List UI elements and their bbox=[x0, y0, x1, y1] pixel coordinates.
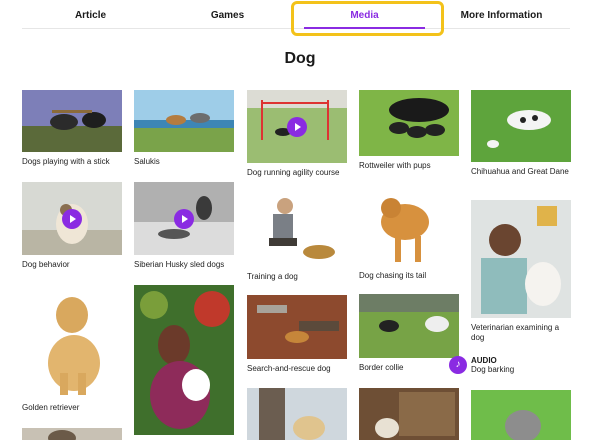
partial-image bbox=[247, 388, 347, 440]
audio-text: AUDIO Dog barking bbox=[471, 356, 514, 374]
media-card-agility[interactable]: Dog running agility course bbox=[247, 90, 347, 178]
media-card-border-collie[interactable]: Border collie bbox=[359, 294, 459, 373]
agility-video bbox=[247, 90, 347, 163]
training-image bbox=[247, 192, 347, 267]
media-card-golden-retriever[interactable]: Golden retriever bbox=[22, 285, 122, 413]
search-rescue-image bbox=[247, 295, 347, 359]
caption-agility: Dog running agility course bbox=[247, 168, 340, 177]
caption-rottweiler: Rottweiler with pups bbox=[359, 161, 431, 170]
media-card-training[interactable]: Training a dog bbox=[247, 192, 347, 282]
caption-salukis: Salukis bbox=[134, 157, 160, 166]
partial-image bbox=[359, 388, 459, 440]
media-card-partial-3[interactable] bbox=[359, 388, 459, 440]
salukis-image bbox=[134, 90, 234, 152]
play-icon[interactable] bbox=[62, 208, 82, 229]
rottweiler-image bbox=[359, 90, 459, 156]
caption-search-rescue: Search-and-rescue dog bbox=[247, 364, 331, 373]
play-icon[interactable] bbox=[287, 116, 307, 137]
media-card-salukis[interactable]: Salukis bbox=[134, 90, 234, 167]
chasing-tail-image bbox=[359, 190, 459, 266]
media-grid: Dogs playing with a stick Dog behavior G… bbox=[22, 0, 578, 440]
audio-title: Dog barking bbox=[471, 365, 515, 374]
audio-label: AUDIO bbox=[471, 356, 497, 365]
dogs-stick-image bbox=[22, 90, 122, 152]
media-card-search-rescue[interactable]: Search-and-rescue dog bbox=[247, 295, 347, 374]
media-card-chihuahua[interactable]: Chihuahua and Great Dane bbox=[471, 90, 571, 177]
media-card-girl-with-dog[interactable] bbox=[134, 285, 234, 435]
caption-chasing-tail: Dog chasing its tail bbox=[359, 271, 427, 280]
partial-image bbox=[22, 428, 122, 440]
music-note-icon: ♪ bbox=[449, 356, 467, 374]
caption-chihuahua: Chihuahua and Great Dane bbox=[471, 167, 569, 176]
audio-dog-barking[interactable]: ♪ AUDIO Dog barking bbox=[449, 356, 514, 374]
husky-video bbox=[134, 182, 234, 255]
media-card-dog-behavior[interactable]: Dog behavior bbox=[22, 182, 122, 270]
caption-dogs-stick: Dogs playing with a stick bbox=[22, 157, 110, 166]
caption-border-collie: Border collie bbox=[359, 363, 404, 372]
caption-veterinarian: Veterinarian examining a dog bbox=[471, 323, 560, 342]
caption-golden-retriever: Golden retriever bbox=[22, 403, 80, 412]
dog-behavior-video bbox=[22, 182, 122, 255]
caption-siberian-husky: Siberian Husky sled dogs bbox=[134, 260, 225, 269]
media-card-veterinarian[interactable]: Veterinarian examining a dog bbox=[471, 200, 571, 343]
girl-with-dog-image bbox=[134, 285, 234, 435]
golden-retriever-image bbox=[22, 285, 122, 398]
media-card-rottweiler[interactable]: Rottweiler with pups bbox=[359, 90, 459, 171]
media-card-dogs-stick[interactable]: Dogs playing with a stick bbox=[22, 90, 122, 167]
chihuahua-image bbox=[471, 90, 571, 162]
media-card-partial-1[interactable] bbox=[22, 428, 122, 440]
media-card-partial-4[interactable] bbox=[471, 390, 571, 440]
media-card-chasing-tail[interactable]: Dog chasing its tail bbox=[359, 190, 459, 281]
caption-training: Training a dog bbox=[247, 272, 298, 281]
veterinarian-image bbox=[471, 200, 571, 318]
partial-image bbox=[471, 390, 571, 440]
border-collie-image bbox=[359, 294, 459, 358]
play-icon[interactable] bbox=[174, 208, 194, 229]
media-card-siberian-husky[interactable]: Siberian Husky sled dogs bbox=[134, 182, 234, 270]
caption-dog-behavior: Dog behavior bbox=[22, 260, 70, 269]
media-card-partial-2[interactable] bbox=[247, 388, 347, 440]
